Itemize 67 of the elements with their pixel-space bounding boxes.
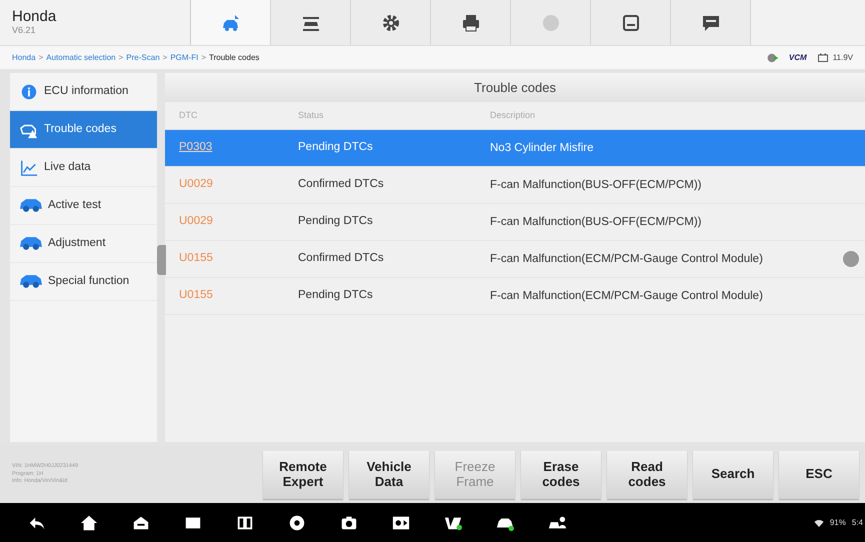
breadcrumb-link[interactable]: PGM-FI <box>170 52 198 64</box>
connection-icon <box>766 52 779 64</box>
sidebar-item[interactable]: Active test <box>10 187 157 225</box>
camera-icon[interactable] <box>340 514 358 532</box>
column-header: Status <box>298 108 325 122</box>
function-button[interactable]: Erase codes <box>521 450 601 498</box>
vcm-label: VCM <box>788 52 807 64</box>
printer-icon <box>460 12 480 32</box>
dtc-code: U0155 <box>179 252 213 264</box>
dtc-code: U0029 <box>179 215 213 228</box>
sidebar-item[interactable]: Trouble codes <box>10 111 157 149</box>
breadcrumb-separator: > <box>118 52 124 64</box>
table-row[interactable]: P0303 Pending DTCs No3 Cylinder Misfire <box>165 130 865 167</box>
function-button[interactable]: ESC <box>779 450 859 498</box>
sidebar-item[interactable]: Live data <box>10 149 157 187</box>
battery-percent: 91% <box>830 516 846 528</box>
breadcrumb-link[interactable]: Automatic selection <box>46 52 116 64</box>
description-text: F-can Malfunction(ECM/PCM-Gauge Control Module) <box>490 290 763 302</box>
status-text: Pending DTCs <box>298 289 373 302</box>
description-text: F-can Malfunction(BUS-OFF(ECM/PCM)) <box>490 178 702 191</box>
dtc-code: P0303 <box>179 141 212 154</box>
line-chart-icon <box>20 158 38 176</box>
home-icon[interactable] <box>80 514 98 532</box>
status-text: Confirmed DTCs <box>298 178 384 190</box>
function-button[interactable]: Vehicle Data <box>349 450 429 498</box>
battery-icon <box>816 52 829 62</box>
breadcrumb-separator: > <box>201 52 206 64</box>
info-icon <box>20 82 38 100</box>
table-title: Trouble codes <box>165 73 865 102</box>
car-icon <box>20 275 42 288</box>
description-text: No3 Cylinder Misfire <box>490 142 594 154</box>
version-label: V6.21 <box>12 26 37 36</box>
function-button[interactable]: Search <box>693 450 773 498</box>
voltage-label: 11.9V <box>832 52 853 64</box>
split-screen-icon[interactable] <box>236 514 254 532</box>
breadcrumb-link[interactable]: Pre-Scan <box>126 52 160 64</box>
video-icon[interactable] <box>392 514 410 532</box>
sidebar-item[interactable]: Special function <box>10 263 157 301</box>
toolbar-button[interactable] <box>191 0 271 45</box>
breadcrumb-link[interactable]: Honda <box>12 52 36 64</box>
breadcrumb-separator: > <box>162 52 168 64</box>
save-icon <box>620 12 640 32</box>
wifi-icon <box>814 518 824 528</box>
column-header: Description <box>490 110 536 120</box>
table-row[interactable]: U0029 Confirmed DTCs F-can Malfunction(BUS-OFF(ECM/PCM)) <box>165 167 865 204</box>
app-title: Honda <box>12 9 58 26</box>
column-header: DTC <box>178 108 198 122</box>
description-text: F-can Malfunction(ECM/PCM-Gauge Control Module) <box>490 252 763 265</box>
collapse-handle[interactable] <box>157 245 166 275</box>
function-button[interactable]: Read codes <box>607 450 687 498</box>
breadcrumb-current: Trouble codes <box>209 52 260 64</box>
status-text: Pending DTCs <box>298 215 373 228</box>
table-row[interactable]: U0029 Pending DTCs F-can Malfunction(BUS-OFF(ECM/PCM)) <box>165 204 865 241</box>
status-text: Confirmed DTCs <box>298 252 384 264</box>
status-text: Pending DTCs <box>298 141 373 154</box>
car-icon <box>20 237 42 250</box>
table-row[interactable]: U0155 Pending DTCs F-can Malfunction(ECM/PCM-Gauge Control Module) <box>165 278 865 315</box>
sidebar-item[interactable]: Adjustment <box>10 225 157 263</box>
breadcrumb-separator: > <box>38 52 44 64</box>
dtc-code: U0155 <box>179 289 213 302</box>
description-text: F-can Malfunction(BUS-OFF(ECM/PCM)) <box>490 216 702 228</box>
car-icon <box>220 12 240 32</box>
clock-text: 5:4 <box>852 516 863 528</box>
dtc-code: U0029 <box>179 178 213 190</box>
car-icon <box>20 199 42 212</box>
function-button[interactable]: Remote Expert <box>263 450 343 498</box>
settings-icon <box>380 12 400 32</box>
